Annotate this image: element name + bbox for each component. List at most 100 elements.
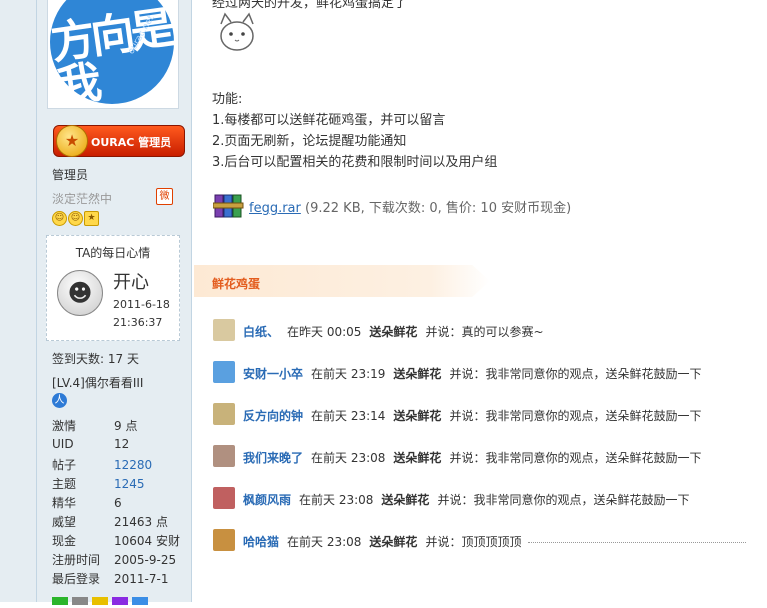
stat-value: 10604 安财 (114, 534, 180, 548)
cat-emoticon-icon (220, 12, 254, 51)
user-status: 淡定茫然中 (52, 192, 113, 206)
entry-message: 并说：我非常同意你的观点，送朵鲜花鼓励一下 (449, 409, 702, 423)
entry-action: 送朵鲜花 (393, 409, 442, 423)
flower-entry-line: 安财一小卒 在前天 23:19 送朵鲜花 并说：我非常同意你的观点，送朵鲜花鼓励一下 (243, 365, 701, 382)
medal-swatch[interactable] (92, 597, 108, 605)
stat-key: 现金 (52, 534, 77, 548)
stat-value: 6 (114, 496, 122, 510)
user-link[interactable]: 我们来晚了 (243, 451, 303, 465)
avatar[interactable] (213, 403, 235, 425)
entry-action: 送朵鲜花 (369, 535, 418, 549)
stat-row: 威望 21463 点 (52, 513, 168, 530)
flower-entry-line: 白纸、 在昨天 00:05 送朵鲜花 并说：真的可以参赛~ (243, 323, 544, 340)
flower-entry-line: 反方向的钟 在前天 23:14 送朵鲜花 并说：我非常同意你的观点，送朵鲜花鼓励一下 (243, 407, 701, 424)
star-icon: ★ (56, 125, 88, 157)
medal-swatch[interactable] (112, 597, 128, 605)
feature-item: 3.后台可以配置相关的花费和限制时间以及用户组 (212, 155, 498, 170)
medal-list: ☺ ☺ ★ (52, 209, 100, 226)
mood-title: TA的每日心情 (75, 246, 151, 260)
admin-badge-label: OURAC 管理员 (91, 136, 172, 149)
flower-entry-line: 枫颜风雨 在前天 23:08 送朵鲜花 并说：我非常同意你的观点，送朵鲜花鼓励一下 (243, 491, 689, 508)
avatar[interactable] (213, 361, 235, 383)
entry-time: 在前天 23:14 (311, 409, 386, 423)
stat-key: 主题 (52, 477, 77, 491)
entry-message: 并说：我非常同意你的观点，送朵鲜花鼓励一下 (449, 367, 702, 381)
medal-swatch[interactable] (52, 597, 68, 605)
sidebar-right-border (191, 0, 192, 602)
avatar[interactable] (213, 529, 235, 551)
stat-row: 激情 9 点 (52, 417, 137, 434)
entry-action: 送朵鲜花 (393, 367, 442, 381)
stat-key: 激情 (52, 419, 77, 433)
stat-key: 帖子 (52, 458, 77, 472)
entry-message: 并说：我非常同意你的观点，送朵鲜花鼓励一下 (449, 451, 702, 465)
entry-time: 在前天 23:08 (299, 493, 374, 507)
stat-key: 精华 (52, 496, 77, 510)
stat-value: 21463 点 (114, 515, 168, 529)
stat-value: 12 (114, 437, 130, 451)
avatar[interactable] (213, 487, 235, 509)
stat-row: 精华 6 (52, 494, 122, 511)
entry-time: 在昨天 00:05 (287, 325, 362, 339)
star-icon[interactable]: ★ (84, 211, 99, 226)
stat-value: 2011-7-1 (114, 572, 169, 586)
user-link[interactable]: 枫颜风雨 (243, 493, 291, 507)
stat-row: 帖子 12280 (52, 456, 152, 473)
medal-swatches (52, 594, 152, 608)
entry-time: 在前天 23:19 (311, 367, 386, 381)
entry-message: 并说：真的可以参赛~ (425, 325, 544, 339)
entry-action: 送朵鲜花 (381, 493, 430, 507)
sidebar-left-border (36, 0, 37, 602)
level-icon: 人 (52, 393, 67, 408)
threads-count-link[interactable]: 1245 (114, 477, 145, 491)
medal-swatch[interactable] (72, 597, 88, 605)
user-sidebar: 方向是我 ourac.net ★ OURAC 管理员 管理员 淡定茫然中 微 ☺… (0, 0, 192, 605)
stat-key: 注册时间 (52, 553, 101, 567)
entry-message: 并说：我非常同意你的观点，送朵鲜花鼓励一下 (437, 493, 690, 507)
posts-count-link[interactable]: 12280 (114, 458, 152, 472)
section-title: 鲜花鸡蛋 (212, 277, 261, 291)
user-link[interactable]: 白纸、 (243, 325, 279, 339)
flower-entry-line: 哈哈猫 在前天 23:08 送朵鲜花 并说：顶顶顶顶顶 (243, 533, 521, 550)
user-link[interactable]: 安财一小卒 (243, 367, 303, 381)
mood-date: 2011-6-18 (113, 298, 170, 311)
sign-days: 签到天数: 17 天 (52, 352, 139, 366)
stat-value: 2005-9-25 (114, 553, 177, 567)
stat-row: 最后登录 2011-7-1 (52, 570, 168, 587)
avatar[interactable] (213, 319, 235, 341)
attachment-info: fegg.rar (9.22 KB, 下载次数: 0, 售价: 10 安财币现金… (249, 197, 571, 216)
flower-entry-line: 我们来晚了 在前天 23:08 送朵鲜花 并说：我非常同意你的观点，送朵鲜花鼓励一下 (243, 449, 701, 466)
entry-time: 在前天 23:08 (311, 451, 386, 465)
entry-action: 送朵鲜花 (369, 325, 418, 339)
user-role: 管理员 (52, 168, 89, 182)
avatar-text: 方向是我 (47, 2, 174, 109)
entry-time: 在前天 23:08 (287, 535, 362, 549)
dotted-separator (528, 542, 746, 543)
avatar[interactable] (213, 445, 235, 467)
stat-key: 威望 (52, 515, 77, 529)
stat-row: UID 12 (52, 437, 129, 451)
stat-key: UID (52, 437, 74, 451)
user-link[interactable]: 反方向的钟 (243, 409, 303, 423)
mood-time: 21:36:37 (113, 316, 163, 329)
feature-item: 1.每楼都可以送鲜花砸鸡蛋，并可以留言 (212, 113, 446, 128)
smile-icon[interactable]: ☺ (52, 211, 67, 226)
medal-swatch[interactable] (132, 597, 148, 605)
features-title: 功能: (212, 92, 243, 107)
attachment-link[interactable]: fegg.rar (249, 201, 301, 216)
stat-key: 最后登录 (52, 572, 101, 586)
user-level[interactable]: [LV.4]偶尔看看III (52, 374, 143, 391)
stat-row: 现金 10604 安财 (52, 532, 180, 549)
stat-value: 9 点 (114, 419, 138, 433)
attachment-meta: (9.22 KB, 下载次数: 0, 售价: 10 安财币现金) (305, 201, 572, 216)
avatar[interactable]: 方向是我 ourac.net (47, 0, 179, 109)
stat-row: 主题 1245 (52, 475, 145, 492)
stat-row: 注册时间 2005-9-25 (52, 551, 176, 568)
grin-face-icon: ☻ (57, 270, 103, 316)
smile-icon[interactable]: ☺ (68, 211, 83, 226)
daily-mood-box: TA的每日心情 ☻ 开心 2011-6-18 21:36:37 (46, 235, 180, 341)
feature-item: 2.页面无刷新，论坛提醒功能通知 (212, 134, 407, 149)
rar-archive-icon (213, 194, 244, 218)
user-link[interactable]: 哈哈猫 (243, 535, 279, 549)
weibo-icon[interactable]: 微 (156, 188, 173, 205)
